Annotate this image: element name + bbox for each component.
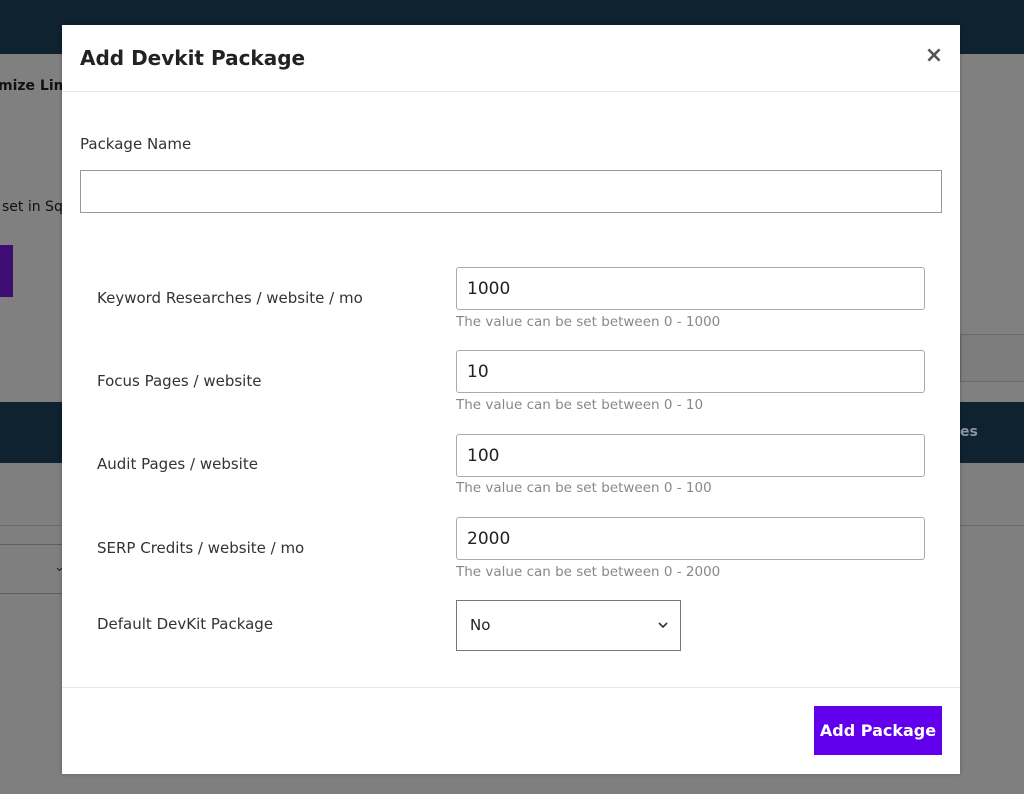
chevron-down-icon bbox=[658, 622, 668, 629]
default-package-select[interactable]: No bbox=[456, 600, 681, 651]
background-heading: mize Lim bbox=[0, 78, 69, 94]
focus-pages-label: Focus Pages / website bbox=[97, 372, 262, 390]
keyword-researches-label: Keyword Researches / website / mo bbox=[97, 289, 363, 307]
modal-title: Add Devkit Package bbox=[80, 46, 306, 70]
package-name-label: Package Name bbox=[80, 135, 192, 153]
audit-pages-input[interactable] bbox=[456, 434, 925, 477]
modal-header: Add Devkit Package × bbox=[62, 25, 960, 92]
default-package-label: Default DevKit Package bbox=[97, 615, 274, 633]
focus-pages-input[interactable] bbox=[456, 350, 925, 393]
background-input bbox=[960, 334, 1024, 382]
default-package-value: No bbox=[470, 616, 491, 634]
modal-footer-divider bbox=[62, 687, 960, 688]
focus-pages-help: The value can be set between 0 - 10 bbox=[456, 397, 704, 413]
background-header-text: es bbox=[960, 424, 978, 440]
serp-credits-label: SERP Credits / website / mo bbox=[97, 539, 305, 557]
serp-credits-input[interactable] bbox=[456, 517, 925, 560]
keyword-researches-help: The value can be set between 0 - 1000 bbox=[456, 314, 721, 330]
audit-pages-label: Audit Pages / website bbox=[97, 455, 258, 473]
add-devkit-package-modal: Add Devkit Package × Package Name Keywor… bbox=[62, 25, 960, 774]
serp-credits-help: The value can be set between 0 - 2000 bbox=[456, 564, 721, 580]
keyword-researches-input[interactable] bbox=[456, 267, 925, 310]
add-package-button[interactable]: Add Package bbox=[814, 706, 942, 755]
close-icon[interactable]: × bbox=[924, 44, 944, 68]
package-name-input[interactable] bbox=[80, 170, 942, 213]
background-text: set in Sq bbox=[2, 199, 63, 215]
audit-pages-help: The value can be set between 0 - 100 bbox=[456, 480, 712, 496]
background-button bbox=[0, 245, 13, 297]
